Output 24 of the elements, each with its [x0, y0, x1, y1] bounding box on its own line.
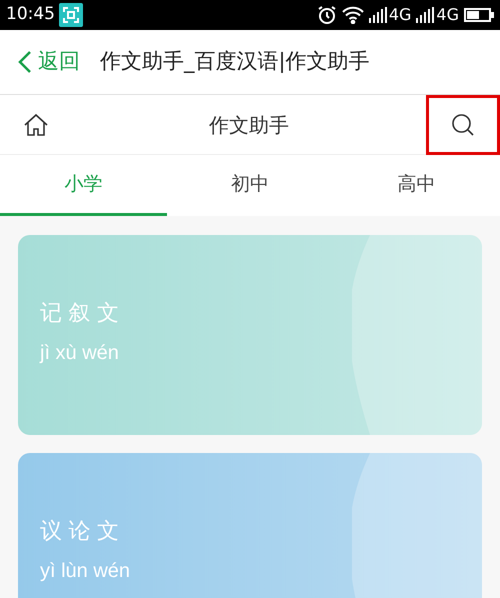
card-pinyin: jì xù wén [40, 341, 120, 366]
page-title: 作文助手_百度汉语|作文助手 [100, 48, 370, 76]
grade-tab[interactable]: 初中 [166, 155, 334, 216]
signal-icon [416, 7, 434, 23]
screenshot-icon [59, 3, 83, 27]
card-title: 记叙文 [40, 300, 126, 328]
essay-type-card[interactable]: 议论文 yì lùn wén [18, 453, 482, 598]
grade-tab[interactable]: 高中 [333, 155, 500, 216]
battery-icon [464, 8, 494, 22]
alarm-icon [316, 5, 337, 25]
signal-icon [368, 7, 387, 23]
network-label: 4G [436, 7, 459, 23]
home-icon [23, 112, 49, 136]
network-label: 4G [388, 7, 412, 23]
status-time: 10:45 [6, 3, 55, 26]
search-button[interactable] [426, 94, 500, 154]
search-icon [451, 112, 475, 136]
back-chevron-icon [18, 50, 32, 74]
grade-tab[interactable]: 小学 [0, 155, 167, 216]
wifi-icon [342, 6, 364, 24]
card-pinyin: yì lùn wén [40, 559, 130, 584]
back-button[interactable]: 返回 [18, 46, 80, 78]
header-title: 作文助手 [209, 112, 289, 138]
card-title: 议论文 [40, 518, 127, 546]
